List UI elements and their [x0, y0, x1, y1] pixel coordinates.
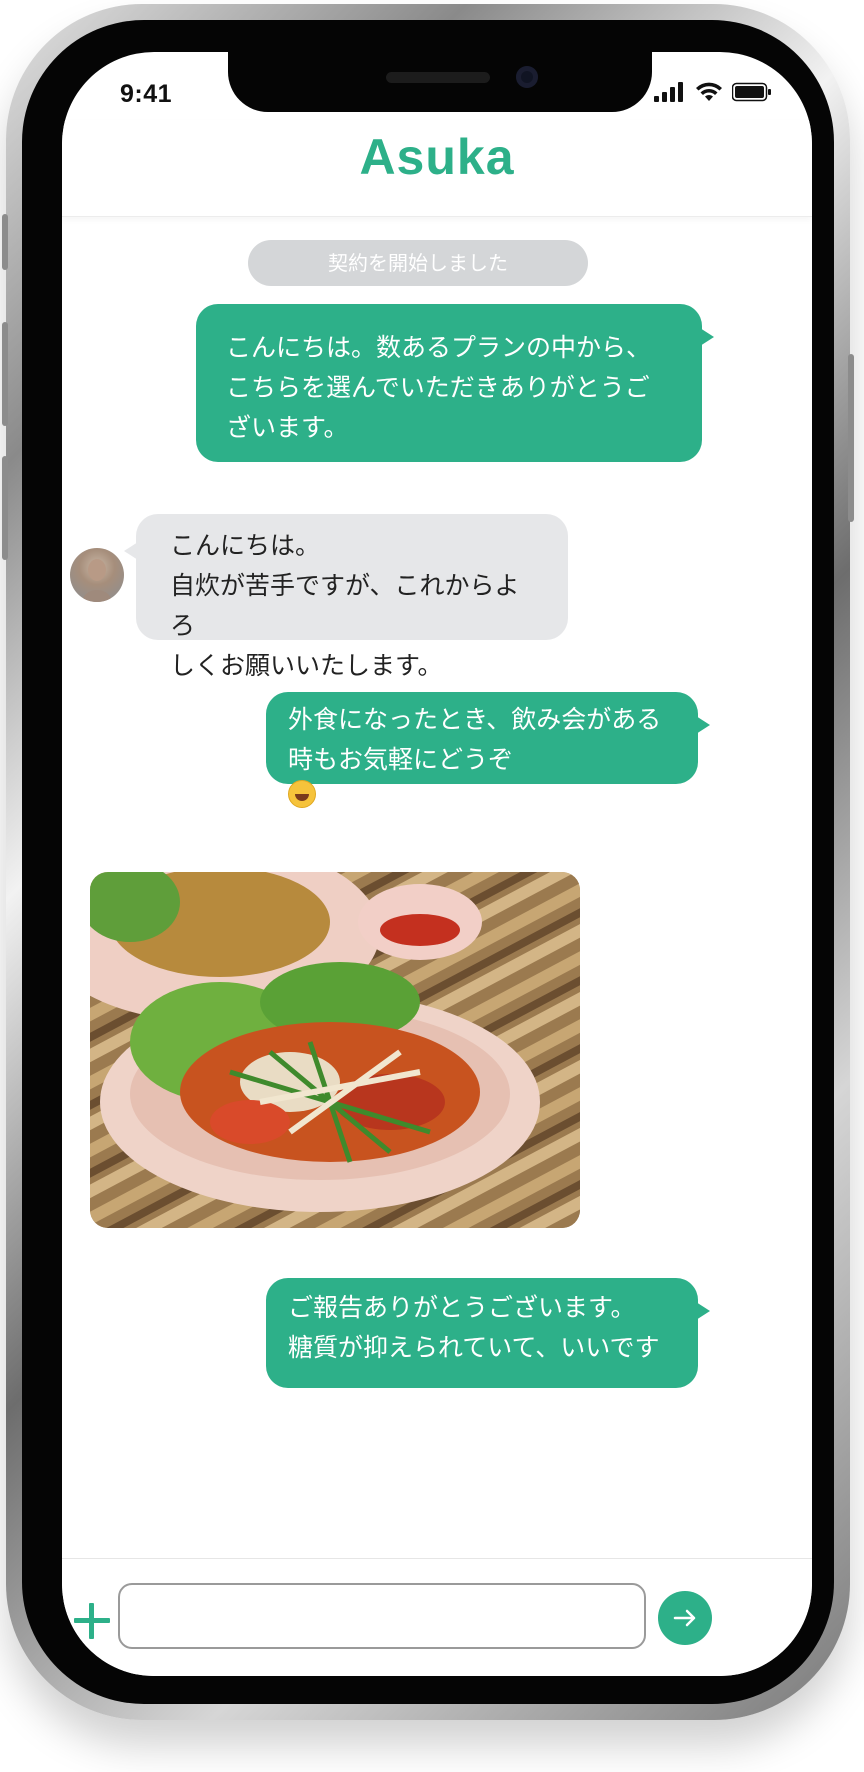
power-button — [848, 354, 854, 522]
mute-switch — [2, 214, 8, 270]
volume-up-button — [2, 322, 8, 426]
message-line-with-emoji: 時もお気軽にどうぞ — [288, 740, 676, 808]
system-message: 契約を開始しました — [248, 240, 588, 286]
message-line: こちらを選んでいただきありがとうご — [226, 373, 650, 402]
phone-screen: 9:41 Asuka 契約を開始しました こんにちは。数あるプランの中から、 こ… — [62, 52, 812, 1676]
attach-button[interactable] — [70, 1599, 114, 1643]
front-camera — [516, 66, 538, 88]
status-time: 9:41 — [120, 80, 173, 108]
wifi-icon — [696, 82, 722, 101]
chat-thread[interactable]: 契約を開始しました こんにちは。数あるプランの中から、 こちらを選んでいただきあ… — [62, 218, 812, 1558]
arrow-right-icon — [673, 1609, 696, 1627]
notch — [228, 52, 652, 112]
grinning-face-icon — [288, 780, 316, 808]
speaker-grille — [386, 72, 490, 83]
food-photo-image — [90, 872, 580, 1228]
food-photo[interactable] — [90, 872, 580, 1228]
message-incoming: こんにちは。 自炊が苦手ですが、これからよろ しくお願いいたします。 — [124, 514, 568, 680]
message-line: 自炊が苦手ですが、これからよろ — [170, 571, 520, 640]
signal-icon — [654, 82, 683, 102]
user-photo-icon — [82, 559, 112, 602]
volume-down-button — [2, 456, 8, 560]
message-outgoing: ご報告ありがとうございます。 糖質が抑えられていて、いいです — [266, 1278, 710, 1388]
chat-header: Asuka — [62, 120, 812, 217]
message-line: ご報告ありがとうございます。 — [288, 1293, 636, 1322]
message-line: 外食になったとき、飲み会がある — [288, 705, 662, 734]
message-input-bar — [62, 1558, 812, 1676]
message-line: 糖質が抑えられていて、いいです — [288, 1333, 660, 1362]
chat-partner-name: Asuka — [359, 129, 515, 185]
message-line: しくお願いいたします。 — [170, 651, 443, 680]
message-outgoing: こんにちは。数あるプランの中から、 こちらを選んでいただきありがとうご ざいます… — [196, 304, 714, 462]
plus-icon — [74, 1603, 110, 1639]
message-line: 時もお気軽にどうぞ — [288, 745, 514, 774]
avatar[interactable] — [70, 548, 124, 602]
message-input[interactable] — [118, 1583, 646, 1649]
message-line: こんにちは。 — [170, 531, 321, 560]
phone-frame: 9:41 Asuka 契約を開始しました こんにちは。数あるプランの中から、 こ… — [2, 4, 854, 1720]
send-button[interactable] — [658, 1591, 712, 1645]
status-icons — [654, 82, 772, 102]
message-line: ざいます。 — [226, 413, 349, 442]
message-outgoing: 外食になったとき、飲み会がある 時もお気軽にどうぞ — [266, 692, 710, 808]
battery-icon — [732, 82, 771, 102]
message-line: こんにちは。数あるプランの中から、 — [226, 333, 652, 362]
